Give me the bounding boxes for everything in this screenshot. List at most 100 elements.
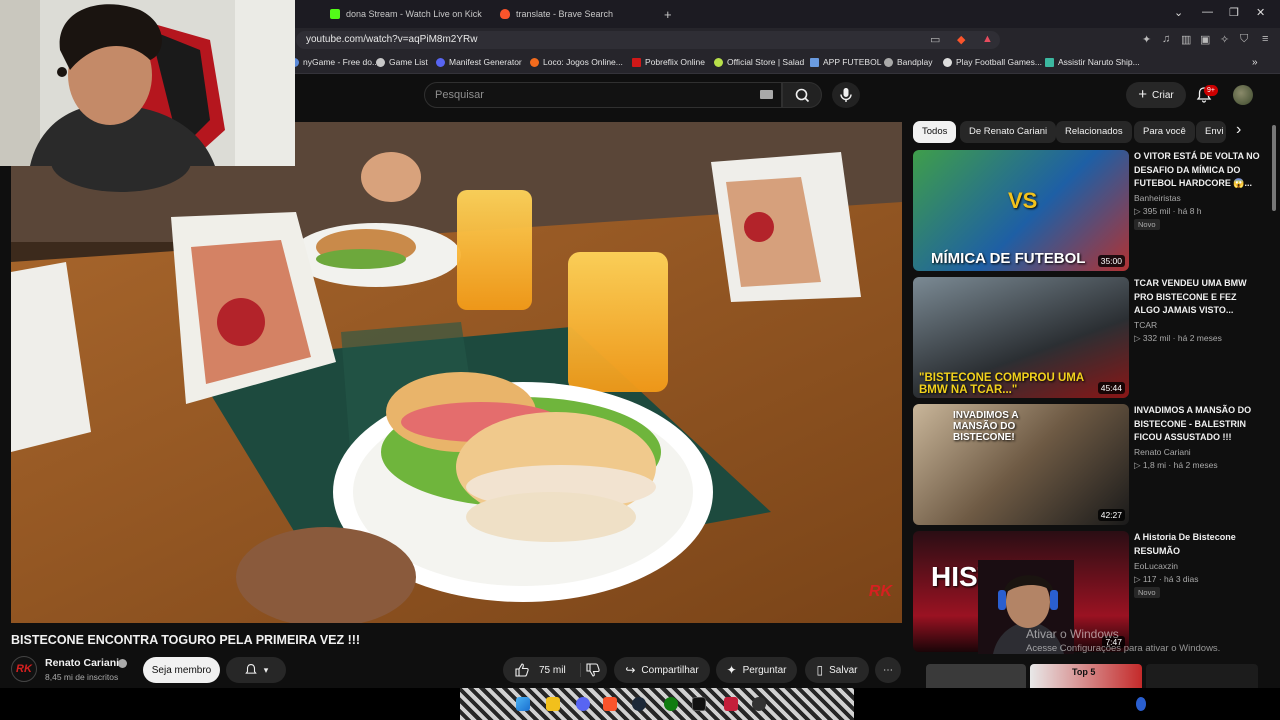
xbox-icon[interactable] bbox=[664, 697, 678, 711]
tab-list-button[interactable]: ⌄ bbox=[1174, 6, 1183, 19]
maximize-button[interactable]: ❐ bbox=[1229, 6, 1239, 19]
channel-avatar[interactable]: RK bbox=[11, 656, 37, 682]
sidebar-icon[interactable]: ▥ bbox=[1181, 33, 1191, 46]
rec-age: há 2 meses bbox=[1177, 333, 1222, 343]
mic-icon bbox=[840, 88, 852, 102]
bookmark-item[interactable]: Assistir Naruto Ship... bbox=[1045, 57, 1140, 67]
join-button[interactable]: Seja membro bbox=[143, 657, 220, 683]
bookmark-item[interactable]: Bandplay bbox=[884, 57, 932, 67]
create-button[interactable]: + Criar bbox=[1126, 82, 1186, 108]
rec-thumbnail-partial[interactable]: Top 5 bbox=[1030, 664, 1142, 688]
notification-count-badge: 9+ bbox=[1204, 85, 1218, 96]
rec-channel[interactable]: Banheiristas bbox=[1134, 193, 1181, 203]
rec-views: 395 mil bbox=[1142, 206, 1171, 216]
brave-browser-icon[interactable] bbox=[603, 697, 617, 711]
new-tab-button[interactable]: + bbox=[664, 4, 672, 24]
sparkle-icon: ✦ bbox=[726, 663, 737, 677]
tab-label: translate - Brave Search bbox=[516, 9, 614, 19]
video-player[interactable]: RK bbox=[11, 122, 902, 623]
address-field[interactable]: youtube.com/watch?v=aqPiM8m2YRw bbox=[296, 31, 1000, 49]
cast-icon[interactable]: ▭ bbox=[930, 33, 940, 46]
share-button[interactable]: ↪ Compartilhar bbox=[614, 657, 710, 683]
rec-thumbnail[interactable]: INVADIMOS A MANSÃO DO BISTECONE! 42:27 bbox=[913, 404, 1129, 525]
bookmark-item[interactable]: Loco: Jogos Online... bbox=[530, 57, 623, 67]
save-button[interactable]: ▯ Salvar bbox=[805, 657, 869, 683]
dislike-button[interactable] bbox=[580, 663, 602, 677]
thumb-text: "BISTECONE COMPROU UMA BMW NA TCAR..." bbox=[919, 372, 1084, 396]
tray-mic-icon[interactable] bbox=[1136, 697, 1146, 711]
tab-brave-search[interactable]: translate - Brave Search bbox=[500, 4, 613, 24]
bookmark-item[interactable]: Manifest Generator bbox=[436, 57, 522, 67]
bookmark-label: Game List bbox=[389, 57, 428, 67]
rec-title[interactable]: INVADIMOS A MANSÃO DO BISTECONE - BALEST… bbox=[1134, 404, 1264, 445]
bookmark-item[interactable]: Official Store | Salad bbox=[714, 57, 804, 67]
sidebar-scrollbar[interactable] bbox=[1272, 125, 1276, 211]
chip-for-you[interactable]: Para você bbox=[1134, 121, 1195, 143]
bookmark-item[interactable]: APP FUTEBOL bbox=[810, 57, 881, 67]
football-icon bbox=[943, 57, 952, 67]
rec-title[interactable]: O VITOR ESTÁ DE VOLTA NO DESAFIO DA MÍMI… bbox=[1134, 150, 1264, 191]
file-explorer-icon[interactable] bbox=[546, 697, 560, 711]
rec-thumbnail[interactable]: VS MÍMICA DE FUTEBOL 35:00 bbox=[913, 150, 1129, 271]
rec-thumbnail-partial[interactable] bbox=[926, 664, 1026, 688]
chip-from-channel[interactable]: De Renato Cariani bbox=[960, 121, 1057, 143]
thumb-text: MÍMICA DE FUTEBOL bbox=[931, 250, 1086, 267]
extensions-icon[interactable]: ✦ bbox=[1142, 33, 1151, 46]
brave-rewards-icon[interactable]: ▲ bbox=[982, 33, 993, 45]
keyboard-icon[interactable] bbox=[760, 90, 773, 99]
rec-views: 332 mil bbox=[1142, 333, 1171, 343]
discord-icon[interactable] bbox=[576, 697, 590, 711]
ask-button[interactable]: ✦ Perguntar bbox=[716, 657, 797, 683]
more-actions-button[interactable]: ⋯ bbox=[875, 657, 901, 683]
channel-name[interactable]: Renato Cariani bbox=[45, 657, 119, 669]
bookmark-item[interactable]: Pobreflix Online bbox=[632, 57, 705, 67]
search-placeholder: Pesquisar bbox=[435, 89, 484, 101]
rec-title[interactable]: TCAR VENDEU UMA BMW PRO BISTECONE E FEZ … bbox=[1134, 277, 1264, 318]
account-avatar[interactable] bbox=[1233, 85, 1253, 105]
app-icon[interactable] bbox=[724, 697, 738, 711]
leo-icon[interactable]: ✧ bbox=[1220, 33, 1229, 46]
new-badge: Novo bbox=[1134, 219, 1160, 230]
capcut-icon[interactable] bbox=[692, 697, 706, 711]
bookmark-icon: ▯ bbox=[816, 663, 824, 677]
steam-icon[interactable] bbox=[632, 697, 646, 711]
voice-search-button[interactable] bbox=[832, 82, 860, 108]
brave-shield-icon[interactable]: ◆ bbox=[957, 33, 965, 46]
bookmark-item[interactable]: Play Football Games... bbox=[943, 57, 1042, 67]
rec-channel[interactable]: TCAR bbox=[1134, 320, 1157, 330]
chip-related[interactable]: Relacionados bbox=[1056, 121, 1132, 143]
windows-start-icon[interactable] bbox=[516, 697, 530, 711]
chip-recent[interactable]: Envi bbox=[1196, 121, 1226, 143]
search-button[interactable] bbox=[782, 82, 822, 108]
rec-channel[interactable]: Renato Cariani bbox=[1134, 447, 1191, 457]
subscribed-bell-button[interactable]: ▾ bbox=[226, 657, 286, 683]
duration-badge: 42:27 bbox=[1097, 509, 1125, 521]
rec-views: 1,8 mi bbox=[1142, 460, 1167, 470]
tab-kick-stream[interactable]: dona Stream - Watch Live on Kick bbox=[330, 4, 482, 24]
streamer-webcam-overlay bbox=[0, 0, 295, 166]
chip-all[interactable]: Todos bbox=[913, 121, 957, 143]
obs-icon[interactable] bbox=[752, 697, 766, 711]
rec-meta: ▷ 395 mil · há 8 h bbox=[1134, 206, 1202, 216]
rec-thumbnail-partial[interactable] bbox=[1146, 664, 1258, 688]
vpn-icon[interactable]: ⛉ bbox=[1240, 33, 1248, 46]
close-button[interactable]: ✕ bbox=[1256, 6, 1265, 19]
wallet-icon[interactable]: ▣ bbox=[1200, 33, 1210, 46]
rec-views: 117 bbox=[1142, 574, 1157, 584]
rec-title[interactable]: A Historia De Bistecone RESUMÃO bbox=[1134, 531, 1264, 558]
plus-icon: + bbox=[1138, 86, 1148, 103]
thumbs-down-icon bbox=[586, 663, 600, 677]
rec-thumbnail[interactable]: "BISTECONE COMPROU UMA BMW NA TCAR..." 4… bbox=[913, 277, 1129, 398]
windows-activation-title: Ativar o Windows bbox=[1026, 627, 1119, 641]
chips-next-button[interactable]: › bbox=[1236, 121, 1241, 139]
menu-icon[interactable]: ≡ bbox=[1262, 33, 1268, 45]
bookmark-item[interactable]: nyGame - Free do... bbox=[290, 57, 379, 67]
bookmarks-overflow-button[interactable]: » bbox=[1252, 57, 1258, 68]
search-input[interactable]: Pesquisar bbox=[424, 82, 782, 108]
bookmark-item[interactable]: Game List bbox=[376, 57, 428, 67]
media-icon[interactable]: ♫ bbox=[1162, 33, 1170, 45]
minimize-button[interactable]: — bbox=[1202, 6, 1213, 18]
thumb-text: VS bbox=[1008, 188, 1038, 213]
bookmark-label: Official Store | Salad bbox=[727, 57, 805, 67]
rec-channel[interactable]: EoLucaxzin bbox=[1134, 561, 1178, 571]
